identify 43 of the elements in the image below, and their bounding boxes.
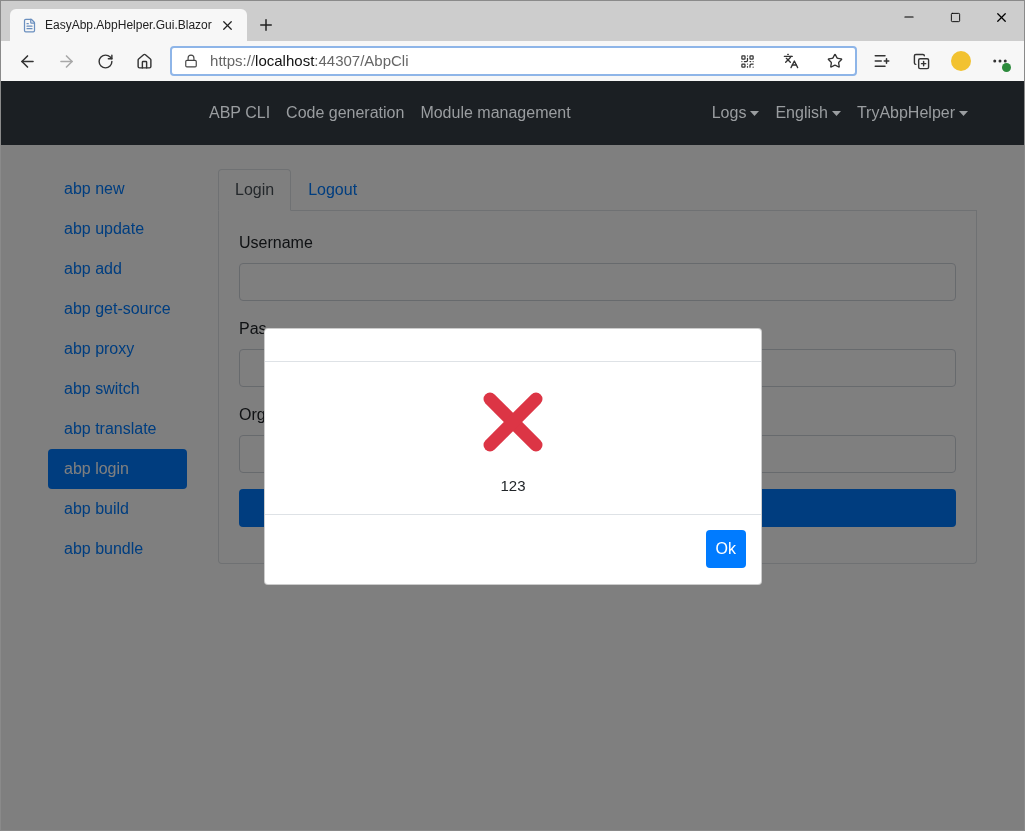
field-label: Pas [239, 319, 268, 339]
sidebar-item[interactable]: abp update [48, 209, 187, 249]
caret-icon [831, 110, 841, 116]
tab[interactable]: Login [218, 169, 292, 211]
add-favorite-icon[interactable] [826, 53, 843, 69]
address-field[interactable]: https://localhost:44307/AbpCli [170, 46, 857, 76]
nav-dropdown[interactable]: English [767, 101, 849, 125]
error-cross-icon [482, 391, 544, 453]
sidebar-item[interactable]: abp proxy [48, 329, 187, 369]
home-icon[interactable] [136, 52, 154, 70]
favorites-list-icon[interactable] [873, 52, 892, 70]
sidebar-item[interactable]: abp get-source [48, 289, 187, 329]
ok-button[interactable]: Ok [705, 530, 746, 568]
nav-dropdown[interactable]: TryAbpHelper [848, 101, 976, 125]
collections-icon[interactable] [912, 52, 930, 70]
sidebar-item[interactable]: abp translate [48, 409, 187, 449]
maximize-icon[interactable] [949, 11, 961, 23]
browser-tab[interactable]: EasyAbp.AbpHelper.Gui.Blazor [10, 9, 247, 41]
sidebar-item[interactable]: abp build [48, 489, 187, 529]
field-label: Username [239, 233, 314, 253]
new-tab-icon[interactable] [257, 16, 275, 34]
sidebar-item[interactable]: abp new [48, 169, 187, 209]
update-badge-icon [1002, 63, 1011, 72]
nav-link[interactable]: Module management [412, 101, 579, 125]
caret-icon [750, 110, 760, 116]
refresh-icon[interactable] [97, 52, 115, 70]
nav-link[interactable]: Code generation [278, 101, 413, 125]
page-icon [22, 17, 37, 33]
sidebar-item[interactable]: abp add [48, 249, 187, 289]
input-field[interactable] [239, 263, 956, 301]
nav-link[interactable]: ABP CLI [201, 101, 279, 125]
modal-message: 123 [500, 476, 526, 496]
nav-dropdown[interactable]: Logs [703, 101, 768, 125]
url-text: https://localhost:44307/AbpCli [210, 50, 410, 71]
tab-title: EasyAbp.AbpHelper.Gui.Blazor [45, 17, 212, 34]
sidebar-item[interactable]: abp login [48, 449, 187, 489]
sidebar-item[interactable]: abp bundle [48, 529, 187, 569]
sidebar-item[interactable]: abp switch [48, 369, 187, 409]
tab[interactable]: Logout [291, 169, 375, 211]
lock-icon [184, 54, 199, 68]
read-aloud-icon[interactable] [782, 53, 799, 69]
app-grid-icon[interactable] [739, 53, 755, 69]
caret-icon [959, 110, 968, 116]
